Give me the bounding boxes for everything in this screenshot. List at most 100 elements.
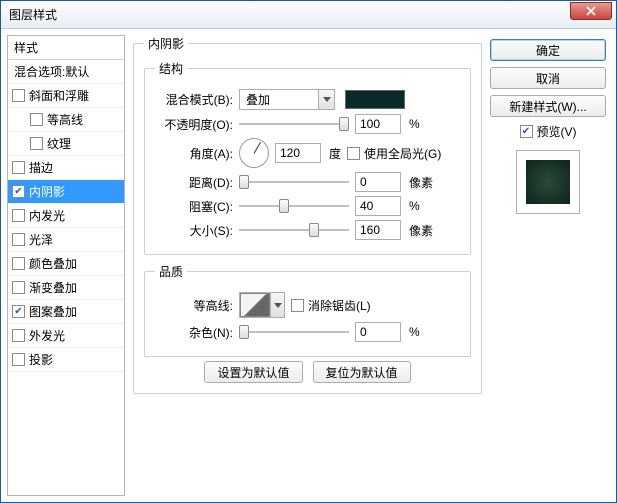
checkbox-icon xyxy=(12,89,25,102)
color-swatch[interactable] xyxy=(345,90,405,109)
style-item-label: 纹理 xyxy=(47,135,71,152)
style-item-label: 描边 xyxy=(29,159,53,176)
style-item-label: 渐变叠加 xyxy=(29,279,77,296)
contour-picker[interactable] xyxy=(239,292,285,318)
choke-slider[interactable] xyxy=(239,198,349,214)
checkbox-icon xyxy=(12,305,25,318)
style-item-label: 投影 xyxy=(29,351,53,368)
checkbox-icon xyxy=(12,281,25,294)
angle-unit: 度 xyxy=(329,145,341,162)
style-item-label: 外发光 xyxy=(29,327,65,344)
quality-legend: 品质 xyxy=(155,263,187,280)
distance-unit: 像素 xyxy=(409,174,433,191)
ok-button[interactable]: 确定 xyxy=(490,39,606,61)
opacity-slider[interactable] xyxy=(239,116,349,132)
style-item-label: 颜色叠加 xyxy=(29,255,77,272)
window-title: 图层样式 xyxy=(9,6,57,23)
checkbox-icon xyxy=(30,137,43,150)
style-item[interactable]: 内阴影 xyxy=(8,180,124,204)
style-item[interactable]: 颜色叠加 xyxy=(8,252,124,276)
close-button[interactable] xyxy=(570,2,612,20)
structure-group: 结构 混合模式(B): 叠加 不透明度(O): % xyxy=(144,60,471,255)
style-item-label: 内发光 xyxy=(29,207,65,224)
titlebar: 图层样式 xyxy=(1,1,616,29)
choke-unit: % xyxy=(409,199,420,213)
opacity-label: 不透明度(O): xyxy=(155,116,233,133)
reset-default-button[interactable]: 复位为默认值 xyxy=(313,361,411,383)
noise-unit: % xyxy=(409,325,420,339)
noise-input[interactable] xyxy=(355,322,401,342)
styles-header: 样式 xyxy=(8,36,124,60)
preview-checkbox[interactable]: 预览(V) xyxy=(490,123,606,140)
styles-list: 样式 混合选项:默认 斜面和浮雕等高线纹理描边内阴影内发光光泽颜色叠加渐变叠加图… xyxy=(7,35,125,496)
chevron-down-icon xyxy=(270,293,284,317)
close-icon xyxy=(586,6,596,16)
checkbox-icon xyxy=(12,233,25,246)
checkbox-icon xyxy=(12,185,25,198)
style-item-label: 光泽 xyxy=(29,231,53,248)
style-item[interactable]: 投影 xyxy=(8,348,124,372)
antialias-label: 消除锯齿(L) xyxy=(308,297,371,314)
style-item-label: 斜面和浮雕 xyxy=(29,87,89,104)
panel-title: 内阴影 xyxy=(144,35,188,52)
blend-options-row[interactable]: 混合选项:默认 xyxy=(8,60,124,84)
style-item[interactable]: 内发光 xyxy=(8,204,124,228)
settings-panel: 内阴影 结构 混合模式(B): 叠加 不透明度(O): xyxy=(125,35,490,496)
angle-input[interactable] xyxy=(275,143,321,163)
choke-label: 阻塞(C): xyxy=(155,198,233,215)
blend-mode-label: 混合模式(B): xyxy=(155,91,233,108)
checkbox-icon xyxy=(347,147,360,160)
chevron-down-icon xyxy=(318,90,334,109)
layer-style-dialog: 图层样式 样式 混合选项:默认 斜面和浮雕等高线纹理描边内阴影内发光光泽颜色叠加… xyxy=(0,0,617,503)
panel-fieldset: 内阴影 结构 混合模式(B): 叠加 不透明度(O): xyxy=(133,35,482,394)
checkbox-icon xyxy=(12,257,25,270)
contour-thumb-icon xyxy=(240,293,270,317)
checkbox-icon xyxy=(30,113,43,126)
make-default-button[interactable]: 设置为默认值 xyxy=(204,361,302,383)
preview-label: 预览(V) xyxy=(537,123,577,140)
angle-label: 角度(A): xyxy=(155,145,233,162)
preview-thumbnail xyxy=(526,160,570,204)
size-slider[interactable] xyxy=(239,222,349,238)
style-item[interactable]: 渐变叠加 xyxy=(8,276,124,300)
style-item[interactable]: 纹理 xyxy=(8,132,124,156)
noise-label: 杂色(N): xyxy=(155,324,233,341)
new-style-button[interactable]: 新建样式(W)... xyxy=(490,95,606,117)
quality-group: 品质 等高线: 消除锯齿(L) 杂色(N): xyxy=(144,263,471,357)
style-item[interactable]: 外发光 xyxy=(8,324,124,348)
choke-input[interactable] xyxy=(355,196,401,216)
distance-slider[interactable] xyxy=(239,174,349,190)
global-light-checkbox[interactable]: 使用全局光(G) xyxy=(347,145,441,162)
checkbox-icon xyxy=(520,125,533,138)
noise-slider[interactable] xyxy=(239,324,349,340)
style-item[interactable]: 描边 xyxy=(8,156,124,180)
global-light-label: 使用全局光(G) xyxy=(364,145,441,162)
antialias-checkbox[interactable]: 消除锯齿(L) xyxy=(291,297,371,314)
style-item-label: 图案叠加 xyxy=(29,303,77,320)
style-item[interactable]: 斜面和浮雕 xyxy=(8,84,124,108)
style-item-label: 等高线 xyxy=(47,111,83,128)
contour-label: 等高线: xyxy=(155,297,233,314)
angle-dial[interactable] xyxy=(239,138,269,168)
distance-label: 距离(D): xyxy=(155,174,233,191)
style-item[interactable]: 光泽 xyxy=(8,228,124,252)
preview-box xyxy=(516,150,580,214)
checkbox-icon xyxy=(12,353,25,366)
blend-mode-value: 叠加 xyxy=(240,91,318,108)
size-label: 大小(S): xyxy=(155,222,233,239)
right-column: 确定 取消 新建样式(W)... 预览(V) xyxy=(490,35,610,496)
style-item[interactable]: 等高线 xyxy=(8,108,124,132)
style-item-label: 内阴影 xyxy=(29,183,65,200)
style-item[interactable]: 图案叠加 xyxy=(8,300,124,324)
structure-legend: 结构 xyxy=(155,60,187,77)
size-input[interactable] xyxy=(355,220,401,240)
distance-input[interactable] xyxy=(355,172,401,192)
checkbox-icon xyxy=(12,329,25,342)
checkbox-icon xyxy=(12,209,25,222)
checkbox-icon xyxy=(291,299,304,312)
size-unit: 像素 xyxy=(409,222,433,239)
blend-mode-combo[interactable]: 叠加 xyxy=(239,89,335,110)
opacity-input[interactable] xyxy=(355,114,401,134)
checkbox-icon xyxy=(12,161,25,174)
cancel-button[interactable]: 取消 xyxy=(490,67,606,89)
